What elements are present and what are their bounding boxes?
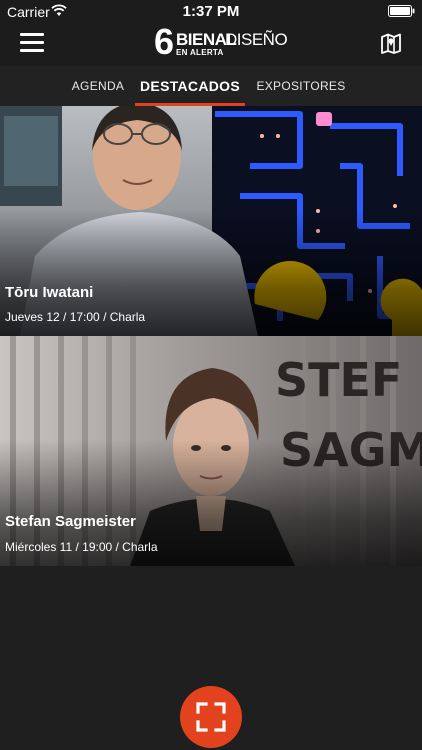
app-logo: 6 BIENAL DISEÑO EN ALERTA	[154, 24, 288, 62]
map-icon[interactable]	[380, 32, 402, 54]
scan-button[interactable]	[180, 686, 242, 748]
event-card[interactable]: STEF SAGM Stefan Sagmeister Miércoles 11…	[0, 336, 422, 566]
event-details: Miércoles 11 / 19:00 / Charla	[5, 540, 158, 554]
event-details: Jueves 12 / 17:00 / Charla	[5, 310, 146, 324]
event-card[interactable]: Tōru Iwatani Jueves 12 / 17:00 / Charla	[0, 106, 422, 336]
section-tabs: AGENDA DESTACADOS EXPOSITORES	[0, 66, 422, 106]
logo-word-diseno: DISEÑO	[225, 30, 288, 49]
navigation-bar: 6 BIENAL DISEÑO EN ALERTA	[0, 22, 422, 66]
logo-number: 6	[154, 21, 175, 62]
event-title: Stefan Sagmeister	[5, 513, 136, 530]
tab-expositores[interactable]: EXPOSITORES	[250, 66, 352, 106]
status-bar: Carrier 1:37 PM	[0, 0, 422, 22]
tab-destacados[interactable]: DESTACADOS	[135, 66, 245, 106]
photo-gradient-overlay	[0, 336, 422, 566]
hamburger-menu-icon[interactable]	[20, 33, 44, 53]
logo-tagline: EN ALERTA	[176, 48, 224, 57]
battery-full-icon	[388, 5, 415, 17]
clock: 1:37 PM	[182, 3, 240, 20]
event-title: Tōru Iwatani	[5, 284, 94, 301]
tab-agenda[interactable]: AGENDA	[60, 66, 136, 106]
photo-gradient-overlay	[0, 106, 422, 336]
scan-frame-icon	[196, 702, 226, 732]
